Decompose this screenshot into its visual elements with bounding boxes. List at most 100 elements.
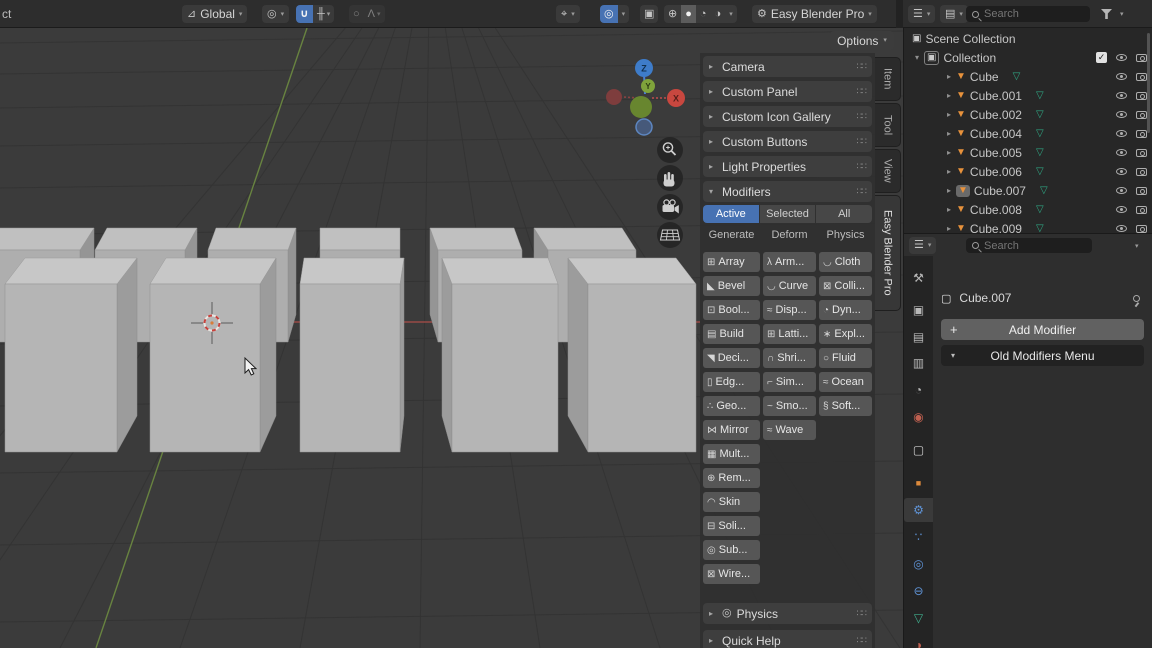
panel-header-camera[interactable]: ▸Camera∷∷ <box>703 56 872 77</box>
modifier-button-ocean[interactable]: ≈Ocean <box>819 372 872 392</box>
properties-search[interactable] <box>966 238 1092 253</box>
properties-tab-output[interactable]: ▤ <box>904 325 933 349</box>
outliner-display-mode-dropdown[interactable]: ☰ ▾ <box>908 5 935 23</box>
properties-tab-physics[interactable]: ◎ <box>904 552 933 576</box>
visibility-eye-icon[interactable] <box>1116 187 1127 194</box>
modifier-button-edg[interactable]: ▯Edg... <box>703 372 760 392</box>
snap-toggle[interactable]: ∪ <box>296 5 313 23</box>
panel-header-custom-icon-gallery[interactable]: ▸Custom Icon Gallery∷∷ <box>703 106 872 127</box>
modifier-button-deci[interactable]: ◥Deci... <box>703 348 760 368</box>
modifier-button-disp[interactable]: ≈Disp... <box>763 300 816 320</box>
chevron-right-icon[interactable]: ▸ <box>944 167 954 176</box>
modifier-button-build[interactable]: ▤Build <box>703 324 760 344</box>
panel-header-light-properties[interactable]: ▸Light Properties∷∷ <box>703 156 872 177</box>
render-visibility-camera-icon[interactable] <box>1136 187 1147 195</box>
cube-object[interactable] <box>442 258 558 452</box>
sidebar-tab-tool[interactable]: Tool <box>875 103 901 147</box>
outliner-filter-dropdown[interactable]: ▾ <box>1116 5 1128 23</box>
chevron-right-icon[interactable]: ▸ <box>944 72 954 81</box>
camera-view-button[interactable] <box>657 194 683 220</box>
render-visibility-camera-icon[interactable] <box>1136 206 1147 214</box>
visibility-eye-icon[interactable] <box>1116 73 1127 80</box>
chevron-right-icon[interactable]: ▸ <box>944 186 954 195</box>
cube-object[interactable] <box>568 258 696 452</box>
panel-header-custom-panel[interactable]: ▸Custom Panel∷∷ <box>703 81 872 102</box>
chevron-right-icon[interactable]: ▸ <box>944 148 954 157</box>
panel-header-quick-help[interactable]: ▸Quick Help∷∷ <box>703 630 872 648</box>
cube-object[interactable] <box>300 258 404 452</box>
properties-tab-scene[interactable]: ◔ <box>904 378 933 402</box>
gizmo-dropdown[interactable]: ⌖ ▾ <box>556 5 580 23</box>
panel-header-custom-buttons[interactable]: ▸Custom Buttons∷∷ <box>703 131 872 152</box>
pin-icon[interactable] <box>1133 295 1140 302</box>
options-button[interactable]: Options ▾ <box>830 31 894 50</box>
shading-material-button[interactable]: ◔ <box>696 5 711 23</box>
render-visibility-camera-icon[interactable] <box>1136 225 1147 233</box>
render-visibility-camera-icon[interactable] <box>1136 73 1147 81</box>
transform-orientation-dropdown[interactable]: ⊿ Global ▾ <box>182 5 247 23</box>
properties-tab-constraints[interactable]: ⊖ <box>904 579 933 603</box>
cube-object[interactable] <box>150 258 276 452</box>
outliner-row-scene-collection[interactable]: ▣Scene Collection <box>904 29 1152 48</box>
outliner-row-cube-004[interactable]: ▸▼Cube.004▽ <box>904 124 1152 143</box>
properties-search-input[interactable] <box>984 240 1086 252</box>
modifier-button-shri[interactable]: ∩Shri... <box>763 348 816 368</box>
outliner-row-cube-007[interactable]: ▸▼Cube.007▽ <box>904 181 1152 200</box>
properties-tab-object[interactable]: ■ <box>904 471 933 495</box>
properties-options-chevron[interactable]: ▾ <box>1135 243 1139 250</box>
visibility-eye-icon[interactable] <box>1116 130 1127 137</box>
pivot-point-dropdown[interactable]: ◎ ▾ <box>262 5 289 23</box>
visibility-eye-icon[interactable] <box>1116 111 1127 118</box>
visibility-eye-icon[interactable] <box>1116 168 1127 175</box>
render-visibility-camera-icon[interactable] <box>1136 92 1147 100</box>
properties-tab-material[interactable]: ◑ <box>904 633 933 648</box>
modifier-button-latti[interactable]: ⊞Latti... <box>763 324 816 344</box>
modifier-button-dyn[interactable]: ◔Dyn... <box>819 300 872 320</box>
visibility-eye-icon[interactable] <box>1116 92 1127 99</box>
modifier-button-wave[interactable]: ≈Wave <box>763 420 816 440</box>
modifier-button-cloth[interactable]: ◡Cloth <box>819 252 872 272</box>
modifier-button-mult[interactable]: ▦Mult... <box>703 444 760 464</box>
modifier-button-bevel[interactable]: ◣Bevel <box>703 276 760 296</box>
modifier-button-expl[interactable]: ∗Expl... <box>819 324 872 344</box>
properties-editor-type-dropdown[interactable]: ☰ ▾ <box>909 237 936 254</box>
outliner-row-cube-005[interactable]: ▸▼Cube.005▽ <box>904 143 1152 162</box>
panel-header-physics[interactable]: ▸◎Physics∷∷ <box>703 603 872 624</box>
old-modifiers-menu-button[interactable]: ▾ Old Modifiers Menu <box>941 345 1144 366</box>
cube-object[interactable] <box>5 258 137 452</box>
outliner-row-cube[interactable]: ▸▼Cube▽ <box>904 67 1152 86</box>
outliner-scrollbar[interactable] <box>1147 33 1150 133</box>
properties-tab-collection[interactable]: ▢ <box>904 438 933 462</box>
modifier-button-rem[interactable]: ⊕Rem... <box>703 468 760 488</box>
shading-wireframe-button[interactable]: ⊕ <box>664 5 681 23</box>
proportional-editing-toggle[interactable]: ○ <box>349 5 364 23</box>
render-visibility-camera-icon[interactable] <box>1136 149 1147 157</box>
outliner-filter-button[interactable] <box>1097 5 1116 23</box>
outliner-row-cube-001[interactable]: ▸▼Cube.001▽ <box>904 86 1152 105</box>
outliner-search-input[interactable] <box>984 8 1084 20</box>
falloff-dropdown[interactable]: Λ ▾ <box>364 5 385 23</box>
properties-tab-view-layer[interactable]: ▥ <box>904 351 933 375</box>
outliner-row-collection[interactable]: ▾▣Collection✓ <box>904 48 1152 67</box>
modifier-button-sim[interactable]: ⌐Sim... <box>763 372 816 392</box>
modifier-button-soft[interactable]: §Soft... <box>819 396 872 416</box>
outliner-filter-display-dropdown[interactable]: ▤ ▾ <box>940 5 968 23</box>
modifier-button-soli[interactable]: ⊟Soli... <box>703 516 760 536</box>
properties-tab-tool[interactable]: ⚒ <box>904 266 933 290</box>
checkbox-checked-icon[interactable]: ✓ <box>1096 52 1107 63</box>
properties-tab-render[interactable]: ▣ <box>904 298 933 322</box>
easy-blender-pro-menu[interactable]: ⚙ Easy Blender Pro ▾ <box>752 5 877 23</box>
render-visibility-camera-icon[interactable] <box>1136 111 1147 119</box>
modifier-button-wire[interactable]: ⊠Wire... <box>703 564 760 584</box>
chevron-right-icon[interactable]: ▸ <box>944 91 954 100</box>
outliner-search[interactable] <box>966 6 1090 22</box>
chevron-right-icon[interactable]: ▸ <box>944 205 954 214</box>
shading-dropdown[interactable]: ▾ <box>725 5 737 23</box>
add-modifier-button[interactable]: + Add Modifier <box>941 319 1144 340</box>
sidebar-tab-view[interactable]: View <box>875 149 901 193</box>
overlays-dropdown[interactable]: ▾ <box>618 5 630 23</box>
zoom-button[interactable] <box>657 137 683 163</box>
orthographic-toggle-button[interactable] <box>657 222 683 248</box>
visibility-eye-icon[interactable] <box>1116 206 1127 213</box>
filter-tab-all[interactable]: All <box>816 205 872 223</box>
